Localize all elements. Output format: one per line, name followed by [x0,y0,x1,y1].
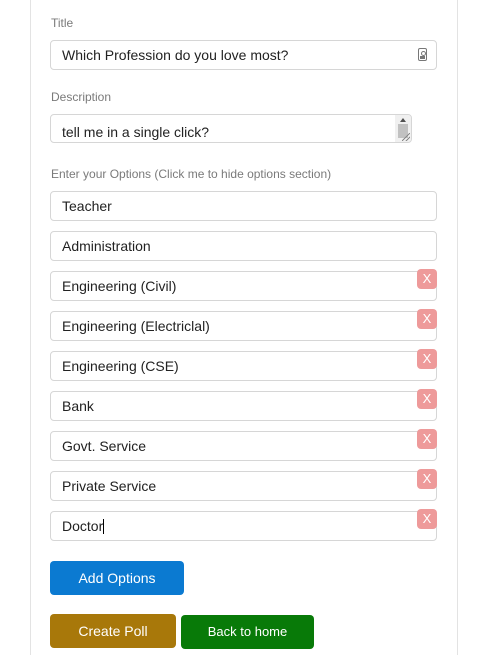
back-to-home-button[interactable]: Back to home [181,615,314,649]
description-value: tell me in a single click? [62,124,210,140]
description-label: Description [51,90,112,104]
remove-option-button[interactable]: X [417,429,437,449]
option-input[interactable]: Engineering (Electriclal) [50,311,437,341]
description-textarea[interactable]: tell me in a single click? [50,114,412,143]
option-value: Private Service [62,478,157,494]
title-input[interactable]: Which Profession do you love most? [50,40,437,70]
option-value: Engineering (CSE) [62,358,179,374]
remove-option-button[interactable]: X [417,309,437,329]
remove-option-button[interactable]: X [417,349,437,369]
contact-card-icon[interactable] [418,48,427,61]
remove-option-button[interactable]: X [417,469,437,489]
option-input[interactable]: Engineering (CSE) [50,351,437,381]
option-input[interactable]: Private Service [50,471,437,501]
option-value: Doctor [62,518,104,534]
title-value: Which Profession do you love most? [62,47,289,63]
option-input[interactable]: Administration [50,231,437,261]
remove-option-button[interactable]: X [417,269,437,289]
option-value: Engineering (Civil) [62,278,177,294]
option-input[interactable]: Bank [50,391,437,421]
option-value: Administration [62,238,151,254]
remove-option-button[interactable]: X [417,389,437,409]
option-input[interactable]: Doctor [50,511,437,541]
option-value: Bank [62,398,94,414]
title-label: Title [51,16,74,30]
options-section-toggle[interactable]: Enter your Options (Click me to hide opt… [51,167,331,181]
text-caret [103,518,105,534]
scroll-up-arrow-icon[interactable] [400,118,406,122]
option-input[interactable]: Teacher [50,191,437,221]
option-value: Teacher [62,198,112,214]
option-value: Engineering (Electriclal) [62,318,210,334]
resize-grip-icon[interactable] [402,133,410,141]
option-input[interactable]: Engineering (Civil) [50,271,437,301]
option-value: Govt. Service [62,438,147,454]
create-poll-button[interactable]: Create Poll [50,614,176,648]
option-input[interactable]: Govt. Service [50,431,437,461]
add-options-button[interactable]: Add Options [50,561,184,595]
remove-option-button[interactable]: X [417,509,437,529]
